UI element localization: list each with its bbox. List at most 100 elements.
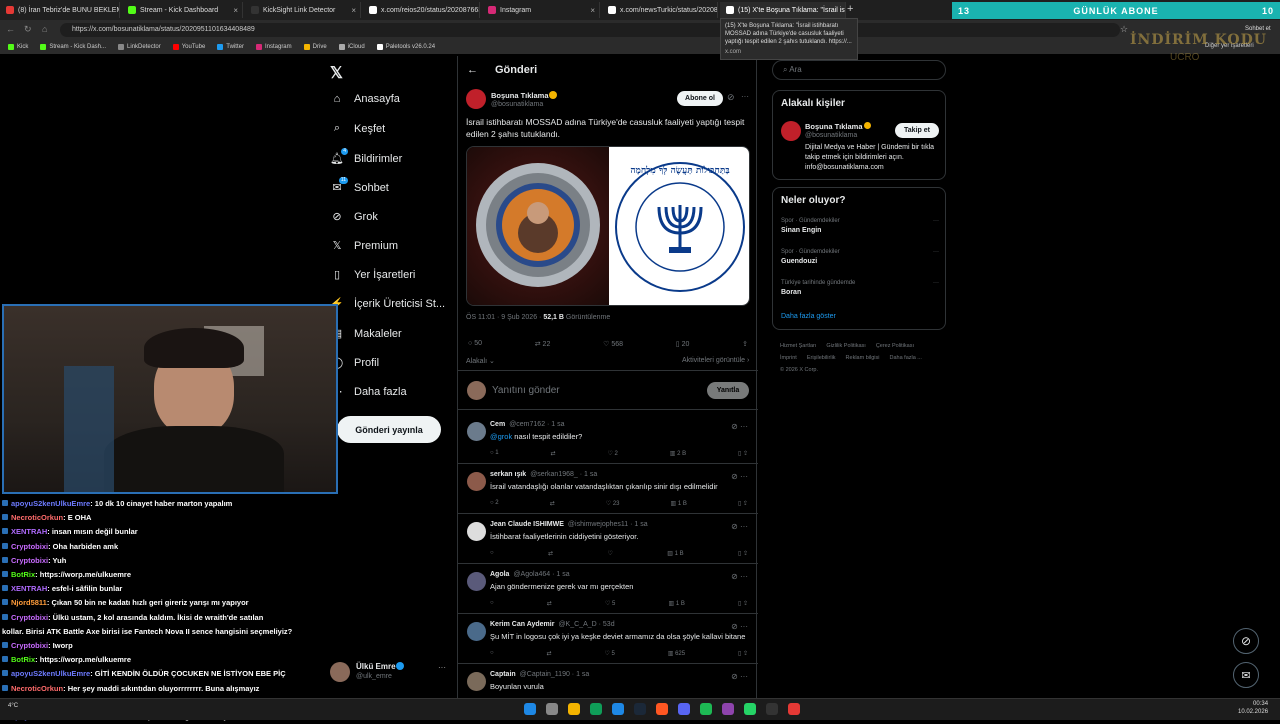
browser-tab[interactable]: Stream - Kick Dashboard × [122,2,243,18]
close-tab-icon[interactable]: × [233,6,238,15]
nav-item-6[interactable]: ▯ Yer İşaretleri [330,268,415,282]
reply-action[interactable]: ○ [490,600,494,607]
footer-link[interactable]: Daha fazla ... [889,352,921,364]
bookmark-item[interactable]: iCloud [338,44,365,50]
more-icon[interactable]: ⊘ ··· [731,472,748,481]
chrome-icon[interactable] [612,703,624,715]
more-icon[interactable]: ··· [933,218,939,224]
chat-username[interactable]: Cryptobixi [11,556,48,565]
trend-item[interactable]: Spor · Gündemdekiler Sinan Engin ··· [781,218,939,234]
footer-link[interactable]: Gizlilik Politikası [826,340,865,352]
like-action[interactable]: ♡ 568 [603,340,623,348]
chat-username[interactable]: Njord5811 [11,598,47,607]
clock[interactable]: 00:34 10.02.2026 [1238,700,1268,716]
back-icon[interactable]: ← [6,24,15,34]
heart-action[interactable]: ♡ 2 [607,450,617,457]
edge-icon[interactable] [590,703,602,715]
bookmark-item[interactable]: Instagram [255,44,292,50]
tweet-media[interactable]: בַּתַּחְבּוּלוֹת תַּעֲשֶׂה לְּךָ מִלְחָמ… [466,146,750,306]
nav-item-0[interactable]: ⌂ Anasayfa [330,93,400,105]
activity-link[interactable]: Aktiviteleri görüntüle › [682,357,749,364]
chat-username[interactable]: Cryptobixi [11,641,48,650]
reply-avatar[interactable] [467,672,486,691]
more-icon[interactable]: ⊘ ··· [731,672,748,681]
chat-username[interactable]: BotRix [11,570,35,579]
nav-item-8[interactable]: ▤Makaleler [330,327,402,341]
heart-action[interactable]: ♡ [607,550,612,557]
app-icon[interactable] [722,703,734,715]
footer-link[interactable]: Erişilebilirlik [807,352,836,364]
repost-action[interactable]: ⇄ [548,550,553,557]
more-icon[interactable]: ⊘ ··· [731,572,748,581]
weather[interactable]: 4°C [8,703,18,709]
post-button[interactable]: Gönderi yayınla [337,416,441,443]
reply-avatar[interactable] [467,522,486,541]
file-explorer-icon[interactable] [568,703,580,715]
reply-item[interactable]: Jean Claude ISHIMWE @ishimwejophes11 · 1 … [458,514,758,564]
share-icon[interactable]: ⇪ [742,340,748,348]
chat-username[interactable]: Cryptobixi [11,613,48,622]
bookmark-icon[interactable]: ▯ ⇪ [738,650,748,657]
views-action[interactable]: ▥ 1 B [667,550,683,557]
reply-author[interactable]: Jean Claude ISHIMWE [490,521,564,528]
reply-input[interactable]: Yanıtını gönder [492,385,560,396]
reply-button[interactable]: Yanıtla [707,382,749,399]
bookmark-item[interactable]: LinkDetector [118,44,161,50]
heart-action[interactable]: ♡ 5 [605,600,615,607]
spotify-icon[interactable] [700,703,712,715]
author-name[interactable]: Boşuna Tıklama [491,91,549,100]
more-icon[interactable]: ··· [933,249,939,255]
browser-tab[interactable]: (8) İran Tebriz'de BUNU BEKLEMİY× [0,2,120,18]
search-input[interactable]: ⌕ Ara [772,60,946,80]
x-logo-icon[interactable]: 𝕏 [330,63,343,83]
nav-item-7[interactable]: ⚡İçerik Üreticisi St... [330,297,445,311]
mention-link[interactable]: @grok [490,432,512,441]
person-avatar[interactable] [781,121,801,141]
more-icon[interactable]: ··· [438,663,446,672]
bookmark-item[interactable]: Stream - Kick Dash... [40,44,106,50]
more-icon[interactable]: ··· [933,280,939,286]
close-tab-icon[interactable]: × [590,6,595,15]
reply-item[interactable]: Agola @Agola464 · 1 sa Ajan göndermenize g… [458,564,758,614]
bookmark-item[interactable]: Twitter [217,44,244,50]
repost-action[interactable]: ⇄ [550,500,555,507]
bookmark-item[interactable]: Kick [8,44,28,50]
reply-avatar[interactable] [467,422,486,441]
browser-tab[interactable]: x.com/newsTurkic/status/2020867...× [602,2,718,18]
more-icon[interactable]: ⊘ ··· [731,522,748,531]
reply-author[interactable]: Captain [490,671,516,678]
reply-action[interactable]: ○ 1 [490,450,499,457]
chat-username[interactable]: XENTRAH [11,584,47,593]
bookmark-item[interactable]: Drive [303,44,327,50]
browser-tab[interactable]: KickSight Link Detector × [245,2,361,18]
heart-action[interactable]: ♡ 23 [606,500,620,507]
reply-author[interactable]: Agola [490,571,509,578]
nav-item-4[interactable]: ⊘ Grok [330,210,377,224]
account-switcher[interactable]: Ülkü Emre @ulk_emre ··· [330,660,450,686]
relevant-dropdown[interactable]: Alakalı ⌄ [466,357,495,365]
reply-avatar[interactable] [467,472,486,491]
repost-action[interactable]: ⇄ 22 [535,340,551,348]
star-icon[interactable]: ☆ [1120,24,1128,35]
heart-action[interactable]: ♡ 5 [604,650,614,657]
back-arrow-icon[interactable]: ← [467,64,478,76]
repost-action[interactable]: ⇄ [547,600,552,607]
footer-link[interactable]: © 2026 X Corp. [780,364,818,376]
person-name[interactable]: Boşuna Tıklama [805,122,863,131]
views-action[interactable]: ▥ 1 B [668,600,684,607]
subscribe-button[interactable]: Abone ol [677,91,723,106]
show-more-link[interactable]: Daha fazla göster [781,313,836,320]
chat-username[interactable]: BotRix [11,655,35,664]
chat-username[interactable]: apoyuS2kenUlkuEmre [11,669,90,678]
reply-avatar[interactable] [467,622,486,641]
trend-item[interactable]: Spor · Gündemdekiler Guendouzi ··· [781,249,939,265]
footer-link[interactable]: Çerez Politikası [876,340,914,352]
footer-link[interactable]: Reklam bilgisi [846,352,880,364]
bookmark-icon[interactable]: ▯ ⇪ [738,600,748,607]
reply-action[interactable]: ○ [490,650,494,657]
reply-author[interactable]: Cem [490,421,505,428]
reply-action[interactable]: ○ 2 [490,500,499,507]
grok-fab[interactable]: ⊘ [1233,628,1259,654]
chat-username[interactable]: apoyuS2kenUlkuEmre [11,499,90,508]
chat-username[interactable]: NecroticOrkun [11,513,63,522]
